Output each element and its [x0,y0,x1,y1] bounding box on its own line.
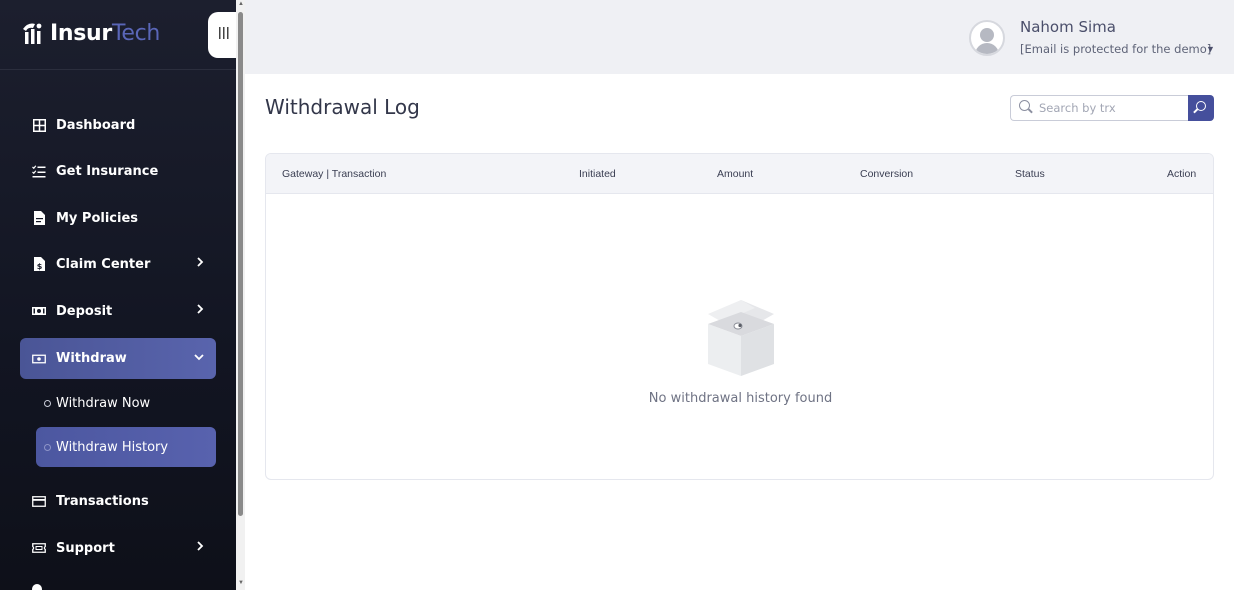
withdrawal-table: Gateway | Transaction Initiated Amount C… [265,153,1214,480]
user-name[interactable]: Nahom Sima [1020,18,1116,36]
column-header-action: Action [1167,168,1197,180]
sidebar-item-label: Support [56,540,115,556]
avatar[interactable] [969,20,1005,56]
sidebar-item-deposit[interactable]: Deposit [20,291,216,331]
column-header-amount: Amount [717,168,754,180]
sidebar-item-label: My Policies [56,210,139,226]
top-header: Nahom Sima [Email is protected for the d… [245,0,1234,74]
money-icon [32,304,46,318]
list-check-icon [32,164,46,178]
card-icon [32,494,46,508]
sidebar-item-claim-center[interactable]: $ Claim Center [20,244,216,284]
sidebar-subitem-withdraw-now[interactable]: Withdraw Now [36,383,216,423]
page-title: Withdrawal Log [265,95,420,119]
empty-state-message: No withdrawal history found [648,391,833,406]
sidebar-item-support[interactable]: Support [20,528,216,568]
caret-down-icon[interactable]: ▼ [1206,44,1215,54]
grid-icon [32,118,46,132]
sidebar-item-label: Deposit [56,303,113,319]
column-header-conversion: Conversion [860,168,914,180]
avatar-head [980,28,994,42]
search-input[interactable] [1010,95,1190,121]
sidebar-item-dashboard[interactable]: Dashboard [20,105,216,145]
chevron-right-icon [196,303,204,317]
scrollbar-thumb[interactable] [238,12,243,516]
empty-box-icon [694,296,788,378]
menu-lines-icon [218,26,230,45]
sidebar-collapse-button[interactable] [208,12,236,58]
sidebar-item-label: Withdraw [56,351,127,366]
sidebar-item-label: Get Insurance [56,163,159,179]
chevron-right-icon [196,540,204,554]
logo-area: InsurTech [0,0,236,70]
document-icon [32,211,46,225]
file-dollar-icon: $ [32,257,46,271]
logo-text: InsurTech [50,20,161,46]
svg-text:$: $ [36,262,42,271]
avatar-body [975,43,999,54]
column-header-status: Status [1015,168,1045,180]
sidebar-item-get-insurance[interactable]: Get Insurance [20,151,216,191]
chevron-right-icon [196,256,204,270]
user-email[interactable]: [Email is protected for the demo] [1020,42,1211,56]
sidebar-item-label: Claim Center [56,256,151,272]
scroll-down-arrow-icon[interactable]: ▼ [238,580,244,586]
logo[interactable]: InsurTech [20,20,160,46]
sidebar-subitem-label: Withdraw History [56,439,169,455]
circle-bullet-icon [44,443,51,451]
sidebar-subitem-withdraw-history[interactable]: Withdraw History [36,427,216,467]
chevron-down-icon [194,350,204,364]
column-header-gateway: Gateway | Transaction [282,168,387,180]
circle-bullet-icon [44,399,51,407]
search-box [1010,95,1214,121]
sidebar-subitem-label: Withdraw Now [56,395,151,411]
table-header: Gateway | Transaction Initiated Amount C… [266,154,1213,194]
page-scrollbar[interactable]: ▲ ▼ [236,0,245,590]
sidebar-item-label: Dashboard [56,117,136,133]
cash-icon [32,352,46,366]
ticket-icon [32,541,46,555]
sidebar-item-withdraw[interactable]: Withdraw [20,338,216,379]
sidebar: InsurTech Dashboard Get Insurance My Pol… [0,0,236,590]
column-header-initiated: Initiated [579,168,616,180]
sidebar-item-my-policies[interactable]: My Policies [20,198,216,238]
search-button[interactable] [1188,95,1214,121]
search-icon [1196,101,1206,111]
partially-visible-icon [32,584,42,590]
search-icon [1019,100,1030,111]
sidebar-item-transactions[interactable]: Transactions [20,481,216,521]
scroll-up-arrow-icon[interactable]: ▲ [238,1,244,7]
sidebar-item-label: Transactions [56,493,149,509]
logo-mark-icon [20,20,46,46]
